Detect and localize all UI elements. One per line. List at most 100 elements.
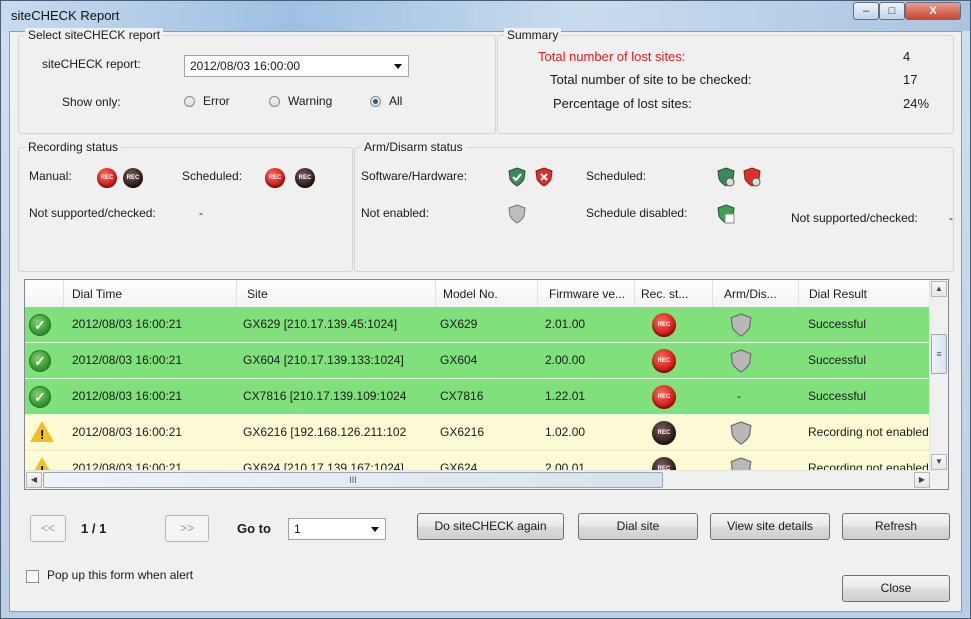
prev-page-button[interactable]: << xyxy=(30,515,66,542)
results-grid[interactable]: Dial Time Site Model No. Firmware ve... … xyxy=(24,279,949,490)
table-row[interactable]: ✓ 2012/08/03 16:00:21 CX7816 [210.17.139… xyxy=(25,379,931,415)
select-report-group-label: Select siteCHECK report xyxy=(25,28,164,42)
col-model[interactable]: Model No. xyxy=(443,287,498,301)
goto-label: Go to xyxy=(237,521,271,536)
model-cell: GX604 xyxy=(440,353,478,367)
dial-result-cell: Successful xyxy=(808,353,867,367)
manual-label: Manual: xyxy=(29,169,72,183)
rec-black-icon: REC xyxy=(123,168,143,188)
report-label: siteCHECK report: xyxy=(42,57,141,71)
maximize-button[interactable]: □ xyxy=(879,2,905,20)
view-site-details-button[interactable]: View site details xyxy=(710,513,830,540)
arm-shield-icon xyxy=(730,349,752,373)
firmware-cell: 2.01.00 xyxy=(545,317,586,331)
dial-site-button[interactable]: Dial site xyxy=(578,513,698,540)
col-arm-status[interactable]: Arm/Dis... xyxy=(724,287,777,301)
dial-result-cell: Successful xyxy=(808,317,867,331)
table-row[interactable]: ✓ 2012/08/03 16:00:21 GX629 [210.17.139.… xyxy=(25,307,931,343)
refresh-button[interactable]: Refresh xyxy=(842,513,950,540)
schedule-disabled-shield-icon xyxy=(717,204,735,224)
minimize-button[interactable]: – xyxy=(853,2,879,20)
show-only-label: Show only: xyxy=(62,95,121,109)
dial-result-cell: Recording not enabled xyxy=(808,425,929,439)
col-dial-time[interactable]: Dial Time xyxy=(72,287,122,301)
check-again-button[interactable]: Do siteCHECK again xyxy=(417,513,564,540)
scheduled-armed-shield-icon xyxy=(717,167,735,187)
firmware-cell: 1.02.00 xyxy=(545,425,586,439)
rec-status-icon: REC xyxy=(652,349,676,373)
scroll-down-button[interactable]: ▼ xyxy=(931,454,947,470)
close-window-button[interactable]: X xyxy=(905,2,961,20)
chevron-down-icon xyxy=(371,527,379,532)
not-enabled-label: Not enabled: xyxy=(361,206,430,220)
warning-icon: ! xyxy=(30,457,54,470)
lost-sites-value: 4 xyxy=(903,49,911,64)
vertical-scroll-thumb[interactable]: ≡ xyxy=(931,334,947,374)
arm-status-group: Arm/Disarm status Software/Hardware: Sch… xyxy=(354,140,954,272)
popup-alert-checkbox[interactable] xyxy=(26,570,39,583)
armed-shield-icon xyxy=(508,167,526,187)
recording-status-label: Recording status xyxy=(25,140,122,154)
model-cell: CX7816 xyxy=(440,389,484,403)
schedule-disabled-label: Schedule disabled: xyxy=(586,206,688,220)
arm-shield-icon xyxy=(730,313,752,337)
summary-group-label: Summary xyxy=(504,28,562,42)
percent-lost-value: 24% xyxy=(903,96,930,111)
disarmed-shield-icon xyxy=(535,167,553,187)
rec-not-supported-value: - xyxy=(199,206,203,220)
report-select-value: 2012/08/03 16:00:00 xyxy=(190,59,301,73)
firmware-cell: 1.22.01 xyxy=(545,389,586,403)
scheduled-disarmed-shield-icon xyxy=(743,167,761,187)
arm-not-supported-label: Not supported/checked: xyxy=(791,211,918,225)
success-check-icon: ✓ xyxy=(29,314,51,336)
radio-error[interactable] xyxy=(184,96,195,107)
vertical-scrollbar[interactable]: ▲ ≡ ▼ xyxy=(929,280,948,471)
scroll-right-button[interactable]: ▶ xyxy=(914,472,930,488)
success-check-icon: ✓ xyxy=(29,350,51,372)
not-enabled-shield-icon xyxy=(508,204,526,224)
col-firmware[interactable]: Firmware ve... xyxy=(549,287,625,301)
table-row[interactable]: ! 2012/08/03 16:00:21 GX624 [210.17.139.… xyxy=(25,451,931,471)
report-select[interactable]: 2012/08/03 16:00:00 xyxy=(184,55,409,77)
arm-shield-icon xyxy=(730,421,752,445)
rec-status-icon: REC xyxy=(652,457,676,470)
next-page-button[interactable]: >> xyxy=(165,515,209,542)
radio-warning[interactable] xyxy=(269,96,280,107)
rec-status-icon: REC xyxy=(652,385,676,409)
horizontal-scrollbar[interactable]: ◀ III ▶ xyxy=(25,470,931,489)
table-row[interactable]: ! 2012/08/03 16:00:21 GX6216 [192.168.12… xyxy=(25,415,931,451)
grid-header: Dial Time Site Model No. Firmware ve... … xyxy=(25,280,931,308)
radio-error-label: Error xyxy=(203,94,230,108)
dial-result-cell: Successful xyxy=(808,389,867,403)
col-dial-result[interactable]: Dial Result xyxy=(809,287,867,301)
scroll-up-button[interactable]: ▲ xyxy=(931,281,947,297)
sites-to-check-value: 17 xyxy=(903,72,918,87)
window-title: siteCHECK Report xyxy=(11,8,120,23)
table-row[interactable]: ✓ 2012/08/03 16:00:21 GX604 [210.17.139.… xyxy=(25,343,931,379)
goto-page-select[interactable]: 1 xyxy=(288,518,386,540)
popup-alert-label: Pop up this form when alert xyxy=(47,568,194,582)
horizontal-scroll-thumb[interactable]: III xyxy=(43,472,663,488)
recording-status-group: Recording status Manual: REC REC Schedul… xyxy=(18,140,353,272)
firmware-cell: 2.00.00 xyxy=(545,353,586,367)
scroll-left-button[interactable]: ◀ xyxy=(26,472,42,488)
site-cell: GX6216 [192.168.126.211:102 xyxy=(243,425,407,439)
client-area: Select siteCHECK report siteCHECK report… xyxy=(9,28,962,612)
site-cell: GX629 [210.17.139.45:1024] xyxy=(243,317,398,331)
title-bar[interactable]: siteCHECK Report – □ X xyxy=(1,1,970,31)
dial-time-cell: 2012/08/03 16:00:21 xyxy=(72,389,183,403)
warning-icon: ! xyxy=(30,421,54,442)
percent-lost-label: Percentage of lost sites: xyxy=(553,96,692,111)
radio-all-label: All xyxy=(389,94,403,108)
dial-time-cell: 2012/08/03 16:00:21 xyxy=(72,317,183,331)
summary-group: Summary Total number of lost sites: 4 To… xyxy=(497,28,954,134)
software-hardware-label: Software/Hardware: xyxy=(361,169,468,183)
close-button[interactable]: Close xyxy=(842,575,950,602)
chevron-down-icon xyxy=(394,64,402,69)
arm-status-label: Arm/Disarm status xyxy=(361,140,466,154)
rec-status-icon: REC xyxy=(652,313,676,337)
radio-all[interactable] xyxy=(370,96,381,107)
col-rec-status[interactable]: Rec. st... xyxy=(641,287,688,301)
col-site[interactable]: Site xyxy=(247,287,268,301)
rec-scheduled-black-icon: REC xyxy=(295,168,315,188)
